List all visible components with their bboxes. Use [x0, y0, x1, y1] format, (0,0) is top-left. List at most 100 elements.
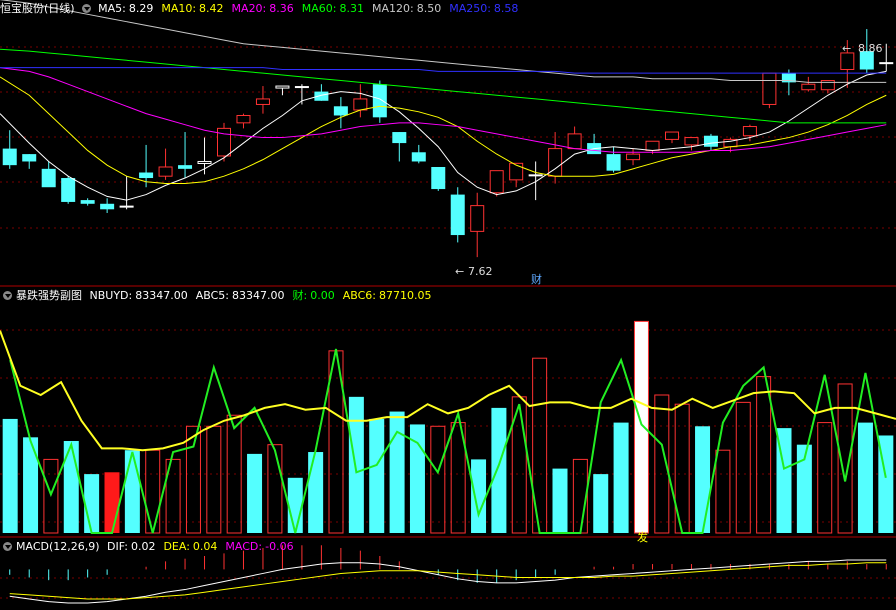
volume-bar	[369, 418, 385, 533]
financial-marker[interactable]: 财	[531, 272, 542, 286]
volume-bar	[491, 407, 507, 533]
sub-indicator-item: ABC6: 87710.05	[343, 289, 436, 302]
macd-label: MACD:	[225, 540, 263, 553]
volume-bar	[715, 449, 731, 534]
low-price-arrow: ←	[455, 265, 464, 278]
candle-body	[353, 98, 368, 111]
candle-body	[450, 194, 465, 236]
volume-bar	[145, 449, 161, 534]
abc6-line	[0, 330, 896, 452]
candle-body	[372, 84, 387, 118]
candle-body	[333, 106, 348, 116]
candle-body	[470, 205, 485, 232]
candle-body	[2, 148, 17, 166]
volume-bar	[389, 411, 405, 533]
candle-body	[645, 140, 660, 151]
volume-bar	[633, 320, 649, 534]
ma-label: MA120:	[371, 2, 414, 15]
candle-body	[567, 133, 582, 150]
candle-body	[665, 131, 679, 140]
sub-indicator-value: 83347.00	[135, 289, 188, 302]
sub-indicator-label: NBUYD:	[89, 289, 133, 302]
candle-body	[275, 85, 290, 89]
sub-indicator-value: 0.00	[310, 289, 335, 302]
ma-value: 8.58	[493, 2, 519, 15]
candle-body	[411, 152, 426, 162]
dif-line	[9, 559, 887, 604]
dropdown-icon[interactable]	[81, 4, 91, 13]
ma-value: 8.42	[199, 2, 224, 15]
macd-title[interactable]: MACD(12,26,9)	[16, 540, 100, 553]
candle-body	[431, 166, 446, 190]
candle-body	[684, 137, 699, 146]
ma-item: MA250: 8.58	[449, 2, 522, 15]
high-price-label: 8.86	[858, 42, 883, 55]
volume-bar	[2, 418, 18, 533]
ma-item: MA20: 8.36	[232, 2, 298, 15]
candle-body	[197, 160, 212, 164]
volume-bar	[471, 459, 487, 533]
candle-body	[392, 132, 407, 144]
dea-line	[9, 562, 887, 600]
macd-label: DEA:	[163, 540, 190, 553]
ma-value: 8.31	[339, 2, 364, 15]
green-signal-line	[9, 348, 887, 534]
ma-item: MA60: 8.31	[302, 2, 368, 15]
candle-body	[255, 98, 270, 105]
chart-canvas[interactable]: 8.86 ← ← 7.62 财 发	[0, 0, 896, 610]
ma-value: 8.36	[269, 2, 294, 15]
candle-body	[100, 203, 115, 210]
candle-body	[840, 52, 855, 71]
sub-indicator-item: ABC5: 83347.00	[196, 289, 289, 302]
candle-body	[61, 178, 76, 202]
ma-value: 8.29	[128, 2, 154, 15]
indicator-title[interactable]: 暴跌强势副图	[16, 289, 82, 302]
macd-value: -0.06	[265, 540, 294, 553]
volume-bar	[695, 426, 711, 533]
sub-indicator-item: NBUYD: 83347.00	[90, 289, 192, 302]
macd-item: DIF: 0.02	[107, 540, 159, 553]
candle-body	[606, 154, 621, 171]
volume-bar	[247, 453, 263, 533]
volume-bar	[552, 468, 568, 533]
main-panel-header: 恒宝股份(日线) MA5: 8.29 MA10: 8.42 MA20: 8.36 MA60:…	[0, 1, 530, 17]
dropdown-icon[interactable]	[3, 291, 12, 300]
stock-title[interactable]: 恒宝股份(日线)	[0, 2, 75, 15]
macd-item: MACD: -0.06	[225, 540, 297, 553]
candle-body	[119, 205, 134, 208]
sub-indicator-item: 财: 0.00	[293, 289, 339, 302]
volume-bar	[185, 425, 201, 534]
sub-indicator-label: ABC6:	[342, 289, 376, 302]
candle-body	[139, 172, 154, 179]
ma-label: MA60:	[301, 2, 337, 15]
ma-item: MA5: 8.29	[98, 2, 157, 15]
volume-bar	[593, 474, 609, 533]
volume-bar	[348, 396, 364, 533]
ma-item: MA10: 8.42	[161, 2, 227, 15]
volume-bar	[206, 425, 222, 534]
ma-label: MA10:	[161, 2, 197, 15]
volume-bar	[267, 444, 283, 534]
candle-body	[509, 162, 524, 181]
ma-value: 8.50	[416, 2, 442, 15]
macd-item: DEA: 0.04	[163, 540, 221, 553]
volume-bar	[430, 425, 446, 534]
volume-bar	[23, 437, 39, 533]
volume-bar	[104, 472, 120, 533]
candle-body	[703, 135, 718, 147]
candle-body	[528, 174, 543, 177]
volume-bar	[613, 422, 629, 533]
candle-body	[80, 200, 95, 204]
dropdown-icon[interactable]	[3, 542, 12, 551]
ma-label: MA20:	[231, 2, 267, 15]
volume-bar	[735, 401, 751, 534]
candle-body	[742, 126, 757, 137]
macd-label: DIF:	[107, 540, 128, 553]
ma-item: MA120: 8.50	[372, 2, 445, 15]
candle-body	[217, 127, 231, 157]
high-price-arrow: ←	[842, 42, 851, 55]
ma-line-ma250	[0, 67, 887, 74]
candle-body	[22, 154, 37, 162]
sub-indicator-value: 87710.05	[378, 289, 432, 302]
candle-body	[236, 114, 251, 124]
